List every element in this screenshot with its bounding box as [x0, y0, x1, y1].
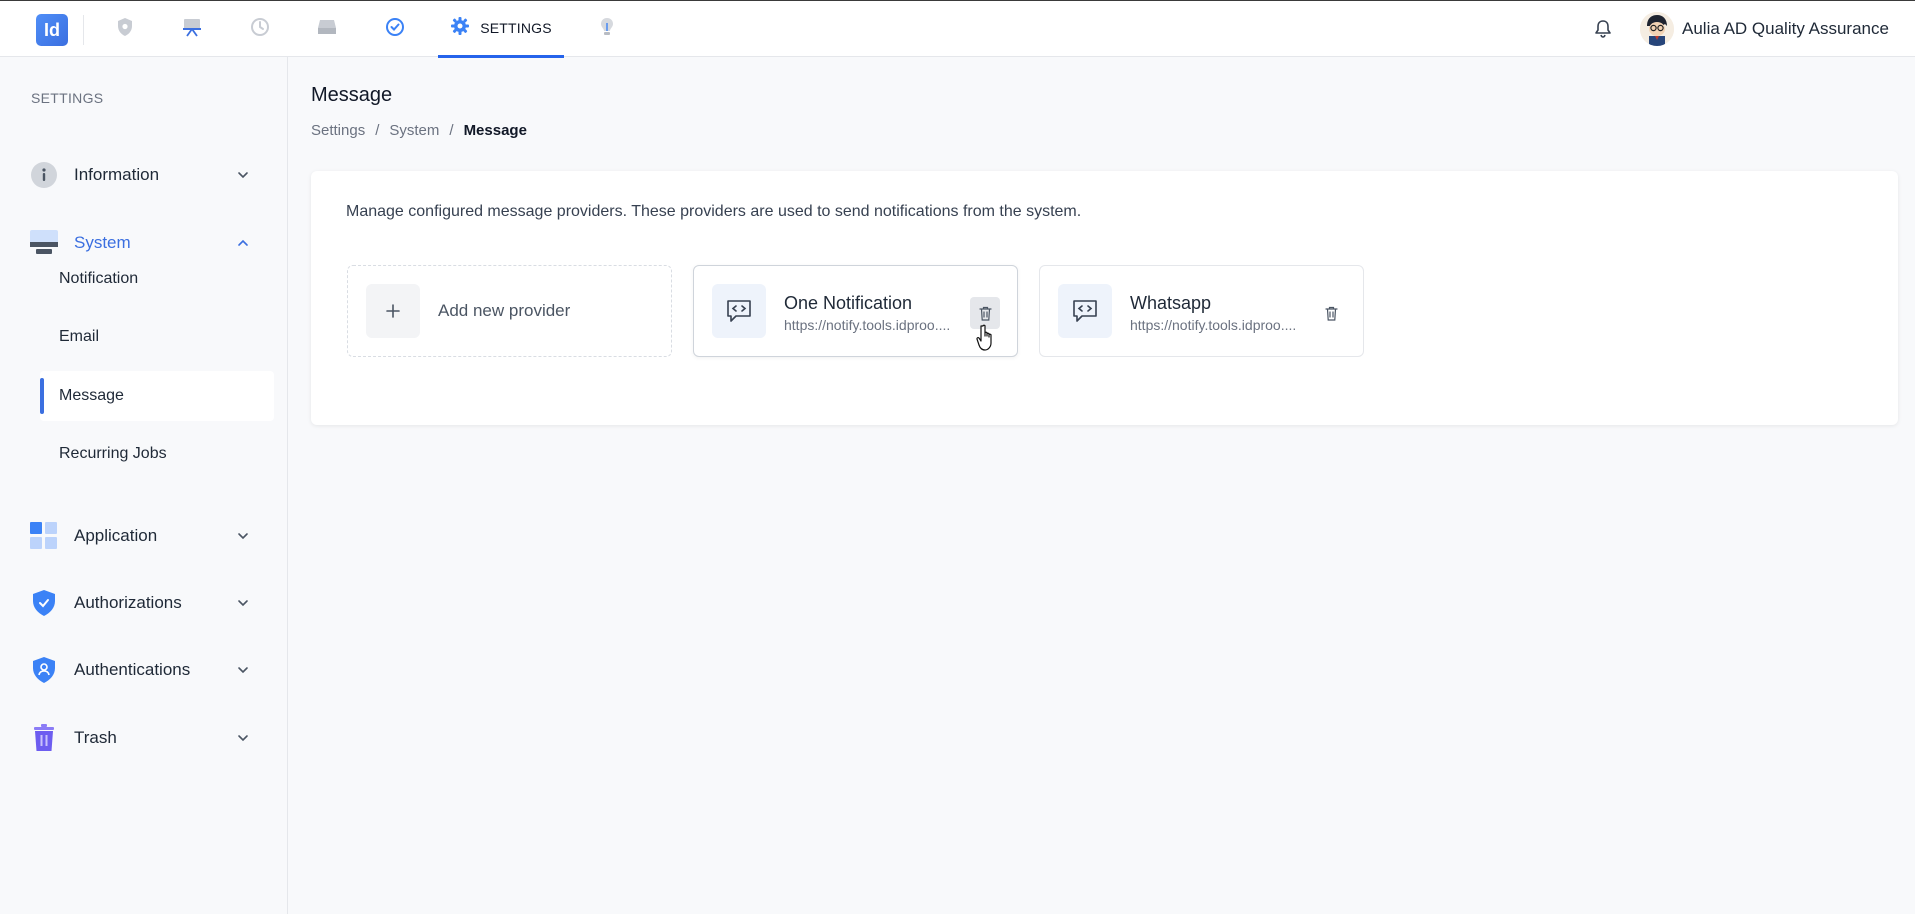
chevron-down-icon — [238, 667, 248, 674]
tab-settings-label: SETTINGS — [480, 20, 552, 36]
user-avatar[interactable] — [1640, 12, 1674, 46]
settings-sidebar: SETTINGS Information System Notification… — [0, 57, 288, 914]
hand-pointer-icon — [976, 324, 992, 351]
sidebar-heading: SETTINGS — [31, 90, 104, 106]
sidebar-item-email[interactable]: Email — [40, 312, 274, 362]
grid-icon — [30, 522, 58, 550]
shield-icon[interactable] — [114, 16, 136, 38]
providers-description: Manage configured message providers. The… — [346, 203, 1082, 220]
notification-bell-icon[interactable] — [1593, 19, 1613, 39]
check-circle-icon[interactable] — [384, 16, 406, 38]
add-provider-card[interactable]: Add new provider — [347, 265, 672, 357]
message-providers-card: Manage configured message providers. The… — [311, 171, 1898, 425]
provider-url: https://notify.tools.idproo.... — [784, 317, 951, 333]
sidebar-item-recurring-jobs[interactable]: Recurring Jobs — [40, 429, 274, 479]
sidebar-group-label: Authorizations — [74, 593, 182, 612]
sidebar-item-message[interactable]: Message — [40, 371, 274, 421]
breadcrumb-system[interactable]: System — [389, 122, 439, 139]
sidebar-group-authorizations[interactable]: Authorizations — [30, 585, 264, 621]
gear-icon — [450, 16, 470, 41]
provider-url: https://notify.tools.idproo.... — [1130, 317, 1297, 333]
sidebar-group-label: Trash — [74, 728, 117, 747]
chevron-down-icon — [238, 600, 248, 607]
shield-check-icon — [30, 589, 58, 617]
provider-card-whatsapp[interactable]: Whatsapp https://notify.tools.idproo.... — [1039, 265, 1364, 357]
presentation-icon[interactable] — [181, 16, 203, 38]
sidebar-item-notification[interactable]: Notification — [40, 254, 274, 304]
delete-provider-button[interactable] — [1316, 297, 1346, 329]
history-icon[interactable] — [249, 16, 271, 38]
page-title: Message — [311, 84, 393, 106]
chevron-down-icon — [238, 735, 248, 742]
breadcrumb-current: Message — [463, 122, 527, 139]
tab-settings[interactable]: SETTINGS — [438, 1, 564, 58]
sidebar-group-application[interactable]: Application — [30, 518, 264, 554]
trash-icon — [1324, 306, 1338, 321]
top-navigation-bar: Id SETTINGS Aulia AD Quality Assurance — [0, 0, 1915, 58]
provider-name: One Notification — [784, 293, 913, 313]
monitor-icon — [30, 229, 58, 257]
sidebar-group-label: Application — [74, 526, 158, 545]
sidebar-group-information[interactable]: Information — [30, 157, 264, 193]
breadcrumb-settings[interactable]: Settings — [311, 122, 365, 139]
breadcrumb-separator: / — [375, 122, 380, 139]
chevron-up-icon — [238, 239, 248, 246]
sidebar-group-label: System — [74, 233, 131, 252]
user-name[interactable]: Aulia AD Quality Assurance — [1682, 19, 1889, 39]
logo-divider — [83, 15, 84, 45]
sidebar-group-trash[interactable]: Trash — [30, 720, 264, 756]
breadcrumb: Settings / System / Message — [311, 122, 527, 139]
trash-icon — [978, 306, 992, 321]
breadcrumb-separator: / — [449, 122, 454, 139]
sidebar-group-authentications[interactable]: Authentications — [30, 652, 264, 688]
drive-icon[interactable] — [316, 16, 338, 38]
message-code-icon — [712, 284, 766, 338]
plus-icon — [366, 284, 420, 338]
lightbulb-icon[interactable] — [596, 16, 618, 38]
provider-name: Whatsapp — [1130, 293, 1212, 313]
provider-card-one-notification[interactable]: One Notification https://notify.tools.id… — [693, 265, 1018, 357]
sidebar-group-label: Authentications — [74, 660, 191, 679]
chevron-down-icon — [238, 533, 248, 540]
info-icon — [30, 161, 58, 189]
app-logo[interactable]: Id — [36, 14, 68, 46]
chevron-down-icon — [238, 172, 248, 179]
message-code-icon — [1058, 284, 1112, 338]
shield-user-icon — [30, 656, 58, 684]
add-provider-label: Add new provider — [438, 301, 571, 320]
trash-icon — [30, 724, 58, 752]
sidebar-group-label: Information — [74, 165, 160, 184]
